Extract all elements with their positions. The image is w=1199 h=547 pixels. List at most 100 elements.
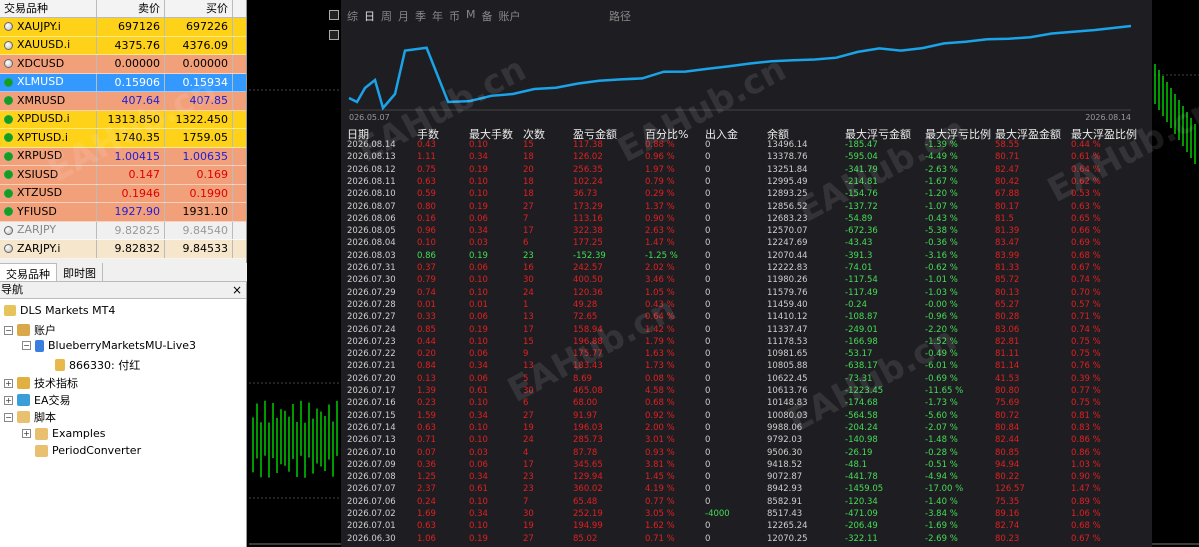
expand-icon[interactable]: +	[22, 429, 31, 438]
market-watch-row[interactable]: XSIUSD 0.147 0.169	[0, 166, 246, 185]
market-watch-row[interactable]: XAUUSD.i 4375.76 4376.09	[0, 36, 246, 55]
tree-account[interactable]: 866330: 付红	[55, 357, 140, 373]
table-cell: 0.93 %	[645, 447, 675, 458]
table-cell: -0.00 %	[925, 299, 958, 310]
table-cell: 0	[705, 287, 711, 298]
table-cell: -140.98	[845, 435, 878, 446]
table-cell: -214.81	[845, 176, 878, 187]
table-cell: -1.67 %	[925, 176, 958, 187]
col-ask-header[interactable]: 买价	[165, 0, 233, 17]
table-cell: 1.45 %	[645, 472, 675, 483]
tree-examples[interactable]: + Examples	[22, 427, 105, 440]
table-cell: 2026.08.10	[347, 189, 396, 200]
table-cell: 0.63	[417, 521, 436, 532]
table-cell: 2026.07.07	[347, 484, 396, 495]
table-cell: 173.29	[573, 201, 603, 212]
tool-icon[interactable]	[329, 30, 339, 40]
table-cell: 0	[705, 459, 711, 470]
market-watch-row[interactable]: XMRUSD 407.64 407.85	[0, 92, 246, 111]
table-cell: 0.79	[417, 275, 436, 286]
tree-ea[interactable]: + EA交易	[4, 392, 70, 408]
table-cell: 2026.08.14	[347, 140, 396, 150]
table-cell: 8.69	[573, 373, 592, 384]
table-cell: 87.78	[573, 447, 598, 458]
table-cell: -1459.05	[845, 484, 884, 495]
tree-scripts[interactable]: − 脚本	[4, 409, 56, 425]
col-bid-header[interactable]: 卖价	[97, 0, 165, 17]
table-cell: 3.05 %	[645, 509, 675, 519]
table-cell: 1.11	[417, 152, 436, 163]
table-cell: -174.68	[845, 398, 878, 409]
table-cell: 0.68 %	[1071, 521, 1101, 532]
market-watch-row[interactable]: XRPUSD 1.00415 1.00635	[0, 147, 246, 166]
market-watch-row[interactable]: XDCUSD 0.00000 0.00000	[0, 55, 246, 74]
table-cell: 8517.43	[767, 509, 803, 519]
table-cell: 0.61	[469, 484, 488, 495]
table-cell: 7	[523, 213, 529, 224]
equity-curve-chart: 026.05.07 2026.08.14	[348, 24, 1132, 122]
table-cell: 1.25	[417, 472, 436, 483]
table-cell: 2.37	[417, 484, 436, 495]
table-cell: 0.33	[417, 312, 436, 323]
table-cell: 80.84	[995, 422, 1020, 433]
symbol-icon	[4, 40, 13, 50]
market-watch-row[interactable]: YFIUSD 1927.90 1931.10	[0, 203, 246, 222]
ask-cell: 0.1990	[165, 184, 233, 202]
table-cell: 2.02 %	[645, 263, 675, 273]
market-watch-row[interactable]: XLMUSD 0.15906 0.15934	[0, 73, 246, 92]
table-cell: 129.94	[573, 472, 603, 483]
table-cell: 0.34	[469, 509, 488, 519]
collapse-icon[interactable]: −	[22, 341, 31, 350]
tab-tick-chart[interactable]: 即时图	[57, 263, 103, 281]
market-watch-rows: XAUJPY.i 697126 697226 XAUUSD.i 4375.76 4376.…	[0, 18, 246, 259]
symbol-cell: XAUUSD.i	[0, 36, 97, 54]
table-cell: 0	[705, 176, 711, 187]
table-cell: -117.49	[845, 287, 878, 298]
symbol-cell: XDCUSD	[0, 55, 97, 73]
table-cell: 2026.07.09	[347, 459, 396, 470]
table-cell: 0	[705, 472, 711, 483]
table-cell: -54.89	[845, 213, 873, 224]
table-cell: 0.83 %	[1071, 422, 1101, 433]
table-cell: -595.04	[845, 152, 878, 163]
table-cell: 2026.07.06	[347, 496, 396, 507]
table-cell: 0.10	[469, 422, 488, 433]
table-cell: 0.06	[469, 213, 488, 224]
market-watch-panel: 交易品种 卖价 买价 XAUJPY.i 697126 697226 XAUUSD.i 4…	[0, 0, 247, 263]
market-watch-row[interactable]: ZARJPY.i 9.82832 9.84533	[0, 240, 246, 259]
market-watch-row[interactable]: XAUJPY.i 697126 697226	[0, 18, 246, 37]
table-cell: -1.20 %	[925, 189, 958, 200]
market-watch-row[interactable]: XPTUSD.i 1740.35 1759.05	[0, 129, 246, 148]
table-cell: 10622.45	[767, 373, 808, 384]
symbol-cell: XPTUSD.i	[0, 129, 97, 147]
table-cell: 0.75 %	[1071, 398, 1101, 409]
market-watch-row[interactable]: ZARJPY 9.82825 9.84540	[0, 221, 246, 240]
table-cell: -1.73 %	[925, 398, 958, 409]
tab-symbols[interactable]: 交易品种	[0, 263, 57, 281]
tree-root[interactable]: DLS Markets MT4	[4, 304, 115, 317]
market-watch-row[interactable]: XPDUSD.i 1313.850 1322.450	[0, 110, 246, 129]
table-cell: -322.11	[845, 533, 878, 544]
symbol-name: XAUUSD.i	[17, 38, 71, 52]
close-icon[interactable]: ×	[232, 282, 242, 298]
collapse-icon[interactable]: −	[4, 412, 13, 422]
table-cell: 18	[523, 176, 534, 187]
table-cell: -1223.45	[845, 386, 884, 396]
tree-period-converter[interactable]: PeriodConverter	[35, 444, 141, 457]
table-cell: 80.72	[995, 410, 1020, 421]
table-cell: 0.10	[469, 521, 488, 532]
tree-indicators[interactable]: + 技术指标	[4, 375, 78, 391]
tradable-symbol-icon	[4, 77, 13, 87]
expand-icon[interactable]: +	[4, 378, 13, 388]
tool-icon[interactable]	[329, 10, 339, 20]
table-cell: -0.36 %	[925, 238, 958, 249]
table-cell: 82.74	[995, 521, 1020, 532]
table-cell: -53.17	[845, 349, 873, 360]
market-watch-row[interactable]: XTZUSD 0.1946 0.1990	[0, 184, 246, 203]
collapse-icon[interactable]: −	[4, 325, 13, 335]
tree-server[interactable]: − BlueberryMarketsMU-Live3	[22, 339, 196, 352]
expand-icon[interactable]: +	[4, 395, 13, 405]
col-symbol-header[interactable]: 交易品种	[0, 0, 97, 17]
table-cell: 0	[705, 496, 711, 507]
tree-accounts[interactable]: − 账户	[4, 322, 56, 338]
